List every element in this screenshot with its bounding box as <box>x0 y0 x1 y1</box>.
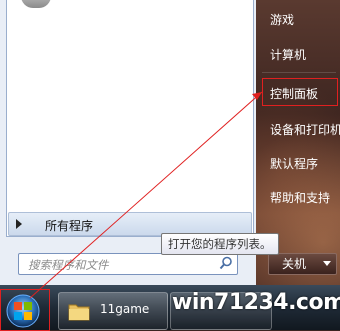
taskbar-item-label: 11game <box>100 302 150 316</box>
program-list <box>6 0 254 237</box>
shutdown-button[interactable]: 关机 <box>268 253 320 275</box>
watermark: win71234.com <box>172 290 340 315</box>
search-placeholder: 搜索程序和文件 <box>28 258 109 272</box>
search-input[interactable]: 搜索程序和文件 <box>18 253 238 275</box>
triangle-right-icon <box>16 219 22 229</box>
folder-icon <box>68 304 90 321</box>
tooltip: 打开您的程序列表。 <box>161 233 279 255</box>
menu-item-computer[interactable]: 计算机 <box>270 46 306 63</box>
menu-item-games[interactable]: 游戏 <box>270 11 294 28</box>
control-panel-highlight <box>262 78 338 106</box>
shutdown-options-button[interactable] <box>319 253 337 275</box>
menu-item-help-support[interactable]: 帮助和支持 <box>270 189 330 206</box>
all-programs-label: 所有程序 <box>45 219 94 233</box>
menu-item-devices-printers[interactable]: 设备和打印机 <box>270 121 340 138</box>
start-button-highlight <box>0 289 50 331</box>
search-icon[interactable] <box>219 256 233 270</box>
menu-item-default-programs[interactable]: 默认程序 <box>270 155 318 172</box>
menu-divider <box>262 72 336 73</box>
program-icon[interactable] <box>21 0 51 8</box>
